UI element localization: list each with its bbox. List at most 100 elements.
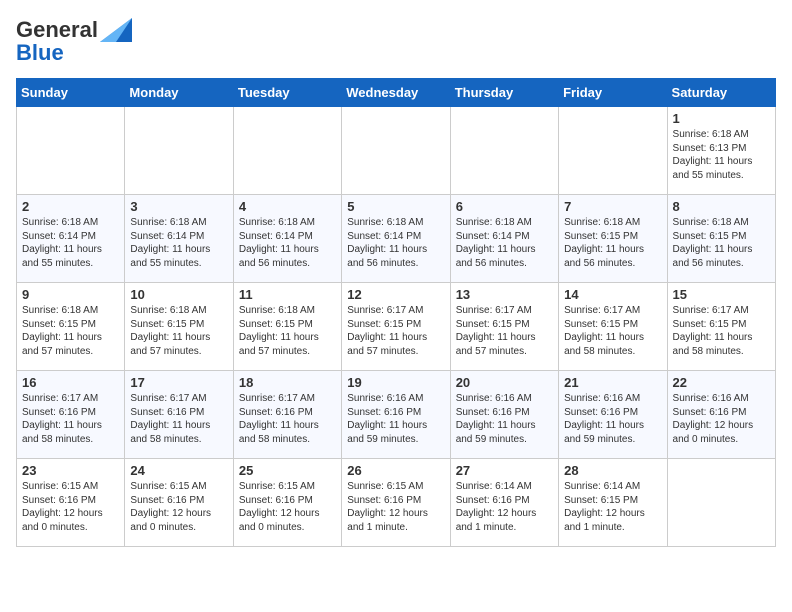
calendar-cell: 28 Sunrise: 6:14 AM Sunset: 6:15 PM Dayli… <box>559 459 667 547</box>
calendar-cell: 3 Sunrise: 6:18 AM Sunset: 6:14 PM Daylig… <box>125 195 233 283</box>
calendar-cell: 25 Sunrise: 6:15 AM Sunset: 6:16 PM Dayli… <box>233 459 341 547</box>
day-number: 20 <box>456 375 553 390</box>
day-info: Sunrise: 6:18 AM Sunset: 6:15 PM Dayligh… <box>239 304 336 358</box>
day-info: Sunrise: 6:17 AM Sunset: 6:15 PM Dayligh… <box>564 304 661 358</box>
col-header-tuesday: Tuesday <box>233 79 341 107</box>
calendar-cell <box>342 107 450 195</box>
calendar-week-2: 2 Sunrise: 6:18 AM Sunset: 6:14 PM Daylig… <box>17 195 776 283</box>
col-header-saturday: Saturday <box>667 79 775 107</box>
day-info: Sunrise: 6:14 AM Sunset: 6:16 PM Dayligh… <box>456 480 553 534</box>
day-number: 28 <box>564 463 661 478</box>
calendar-week-1: 1 Sunrise: 6:18 AM Sunset: 6:13 PM Daylig… <box>17 107 776 195</box>
calendar-cell: 1 Sunrise: 6:18 AM Sunset: 6:13 PM Daylig… <box>667 107 775 195</box>
calendar-cell <box>233 107 341 195</box>
day-number: 10 <box>130 287 227 302</box>
day-info: Sunrise: 6:18 AM Sunset: 6:13 PM Dayligh… <box>673 128 770 182</box>
day-info: Sunrise: 6:15 AM Sunset: 6:16 PM Dayligh… <box>130 480 227 534</box>
day-info: Sunrise: 6:15 AM Sunset: 6:16 PM Dayligh… <box>22 480 119 534</box>
day-info: Sunrise: 6:14 AM Sunset: 6:15 PM Dayligh… <box>564 480 661 534</box>
day-info: Sunrise: 6:16 AM Sunset: 6:16 PM Dayligh… <box>456 392 553 446</box>
day-info: Sunrise: 6:16 AM Sunset: 6:16 PM Dayligh… <box>564 392 661 446</box>
calendar-header-row: SundayMondayTuesdayWednesdayThursdayFrid… <box>17 79 776 107</box>
calendar-cell: 14 Sunrise: 6:17 AM Sunset: 6:15 PM Dayli… <box>559 283 667 371</box>
calendar-cell: 2 Sunrise: 6:18 AM Sunset: 6:14 PM Daylig… <box>17 195 125 283</box>
day-number: 7 <box>564 199 661 214</box>
day-info: Sunrise: 6:18 AM Sunset: 6:15 PM Dayligh… <box>22 304 119 358</box>
day-number: 17 <box>130 375 227 390</box>
calendar-cell <box>125 107 233 195</box>
calendar-cell: 18 Sunrise: 6:17 AM Sunset: 6:16 PM Dayli… <box>233 371 341 459</box>
calendar-cell: 13Sunrise: 6:17 AM Sunset: 6:15 PM Dayli… <box>450 283 558 371</box>
day-info: Sunrise: 6:15 AM Sunset: 6:16 PM Dayligh… <box>239 480 336 534</box>
calendar-week-4: 16 Sunrise: 6:17 AM Sunset: 6:16 PM Dayli… <box>17 371 776 459</box>
day-info: Sunrise: 6:18 AM Sunset: 6:14 PM Dayligh… <box>130 216 227 270</box>
day-number: 1 <box>673 111 770 126</box>
day-info: Sunrise: 6:17 AM Sunset: 6:16 PM Dayligh… <box>22 392 119 446</box>
calendar-cell: 21 Sunrise: 6:16 AM Sunset: 6:16 PM Dayli… <box>559 371 667 459</box>
calendar-cell: 19 Sunrise: 6:16 AM Sunset: 6:16 PM Dayli… <box>342 371 450 459</box>
day-info: Sunrise: 6:17 AM Sunset: 6:15 PM Dayligh… <box>673 304 770 358</box>
day-info: Sunrise: 6:17 AM Sunset: 6:16 PM Dayligh… <box>130 392 227 446</box>
calendar-cell: 12 Sunrise: 6:17 AM Sunset: 6:15 PM Dayli… <box>342 283 450 371</box>
day-info: Sunrise: 6:18 AM Sunset: 6:14 PM Dayligh… <box>239 216 336 270</box>
calendar-cell: 10 Sunrise: 6:18 AM Sunset: 6:15 PM Dayli… <box>125 283 233 371</box>
calendar-cell: 27Sunrise: 6:14 AM Sunset: 6:16 PM Dayli… <box>450 459 558 547</box>
day-number: 4 <box>239 199 336 214</box>
calendar-cell <box>450 107 558 195</box>
col-header-sunday: Sunday <box>17 79 125 107</box>
day-number: 22 <box>673 375 770 390</box>
calendar-week-3: 9 Sunrise: 6:18 AM Sunset: 6:15 PM Daylig… <box>17 283 776 371</box>
logo-blue-text: Blue <box>16 40 64 66</box>
day-number: 23 <box>22 463 119 478</box>
day-info: Sunrise: 6:18 AM Sunset: 6:15 PM Dayligh… <box>564 216 661 270</box>
calendar-cell: 5 Sunrise: 6:18 AM Sunset: 6:14 PM Daylig… <box>342 195 450 283</box>
col-header-thursday: Thursday <box>450 79 558 107</box>
day-number: 8 <box>673 199 770 214</box>
day-number: 18 <box>239 375 336 390</box>
day-number: 25 <box>239 463 336 478</box>
calendar-cell: 26Sunrise: 6:15 AM Sunset: 6:16 PM Dayli… <box>342 459 450 547</box>
day-info: Sunrise: 6:18 AM Sunset: 6:14 PM Dayligh… <box>456 216 553 270</box>
day-number: 6 <box>456 199 553 214</box>
day-info: Sunrise: 6:18 AM Sunset: 6:14 PM Dayligh… <box>22 216 119 270</box>
calendar-cell: 15 Sunrise: 6:17 AM Sunset: 6:15 PM Dayli… <box>667 283 775 371</box>
day-info: Sunrise: 6:18 AM Sunset: 6:14 PM Dayligh… <box>347 216 444 270</box>
day-number: 13 <box>456 287 553 302</box>
day-number: 5 <box>347 199 444 214</box>
day-info: Sunrise: 6:18 AM Sunset: 6:15 PM Dayligh… <box>130 304 227 358</box>
day-info: Sunrise: 6:17 AM Sunset: 6:16 PM Dayligh… <box>239 392 336 446</box>
col-header-wednesday: Wednesday <box>342 79 450 107</box>
day-info: Sunrise: 6:16 AM Sunset: 6:16 PM Dayligh… <box>347 392 444 446</box>
col-header-friday: Friday <box>559 79 667 107</box>
day-number: 21 <box>564 375 661 390</box>
day-number: 14 <box>564 287 661 302</box>
day-number: 11 <box>239 287 336 302</box>
calendar-cell <box>559 107 667 195</box>
day-info: Sunrise: 6:18 AM Sunset: 6:15 PM Dayligh… <box>673 216 770 270</box>
calendar-cell: 11 Sunrise: 6:18 AM Sunset: 6:15 PM Dayli… <box>233 283 341 371</box>
calendar-cell: 22 Sunrise: 6:16 AM Sunset: 6:16 PM Dayli… <box>667 371 775 459</box>
day-number: 12 <box>347 287 444 302</box>
day-info: Sunrise: 6:16 AM Sunset: 6:16 PM Dayligh… <box>673 392 770 446</box>
calendar-table: SundayMondayTuesdayWednesdayThursdayFrid… <box>16 78 776 547</box>
day-info: Sunrise: 6:17 AM Sunset: 6:15 PM Dayligh… <box>347 304 444 358</box>
calendar-cell: 17 Sunrise: 6:17 AM Sunset: 6:16 PM Dayli… <box>125 371 233 459</box>
logo-icon <box>98 16 134 44</box>
calendar-cell: 9 Sunrise: 6:18 AM Sunset: 6:15 PM Daylig… <box>17 283 125 371</box>
day-number: 9 <box>22 287 119 302</box>
day-number: 16 <box>22 375 119 390</box>
day-number: 3 <box>130 199 227 214</box>
calendar-week-5: 23 Sunrise: 6:15 AM Sunset: 6:16 PM Dayli… <box>17 459 776 547</box>
calendar-cell: 23 Sunrise: 6:15 AM Sunset: 6:16 PM Dayli… <box>17 459 125 547</box>
page-header: General Blue <box>16 16 776 66</box>
day-number: 2 <box>22 199 119 214</box>
calendar-cell <box>17 107 125 195</box>
calendar-cell: 6 Sunrise: 6:18 AM Sunset: 6:14 PM Daylig… <box>450 195 558 283</box>
logo: General Blue <box>16 16 134 66</box>
calendar-cell: 8 Sunrise: 6:18 AM Sunset: 6:15 PM Daylig… <box>667 195 775 283</box>
calendar-cell: 20 Sunrise: 6:16 AM Sunset: 6:16 PM Dayli… <box>450 371 558 459</box>
day-number: 15 <box>673 287 770 302</box>
day-number: 19 <box>347 375 444 390</box>
calendar-cell: 4 Sunrise: 6:18 AM Sunset: 6:14 PM Daylig… <box>233 195 341 283</box>
calendar-cell: 24Sunrise: 6:15 AM Sunset: 6:16 PM Dayli… <box>125 459 233 547</box>
